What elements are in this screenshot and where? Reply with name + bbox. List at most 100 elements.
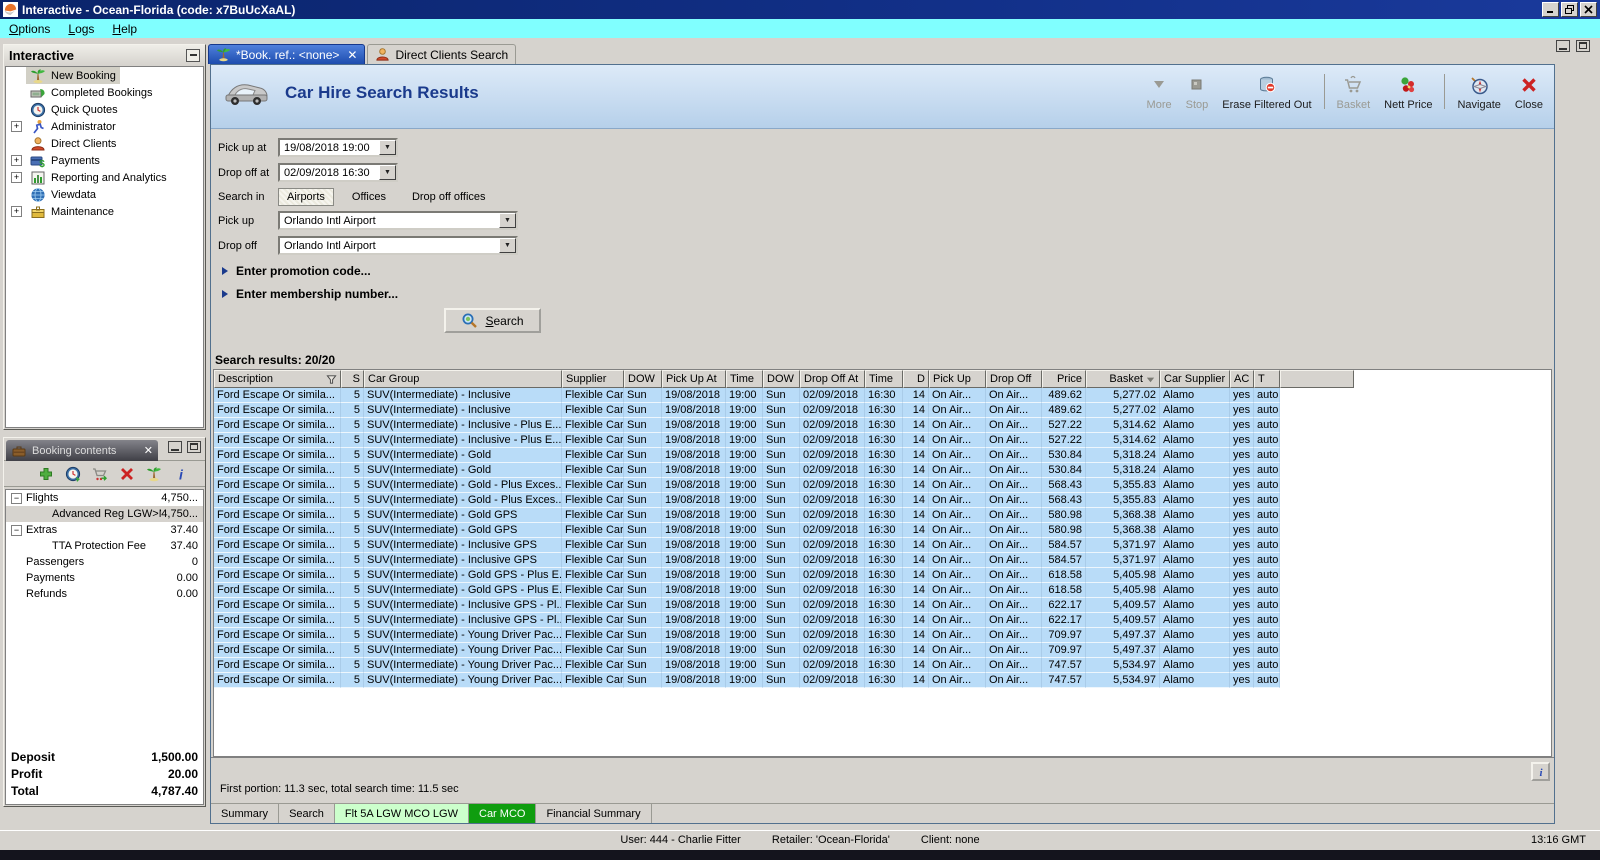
result-row[interactable]: Ford Escape Or simila... 5 SUV(Intermediat…	[214, 568, 1280, 583]
dropoff-combo[interactable]: Orlando Intl Airport ▼	[278, 236, 518, 255]
bottom-tab-financial-summary[interactable]: Financial Summary	[536, 804, 652, 823]
column-header-drop-off-12[interactable]: Drop Off	[986, 370, 1042, 388]
menu-logs[interactable]: Logs	[59, 20, 103, 38]
chevron-down-icon[interactable]: ▼	[499, 213, 516, 228]
column-header-s-1[interactable]: S	[341, 370, 364, 388]
result-row[interactable]: Ford Escape Or simila... 5 SUV(Intermediat…	[214, 508, 1280, 523]
pickup-at-combo[interactable]: 19/08/2018 19:00 ▼	[278, 138, 398, 157]
navigate-button[interactable]: Navigate	[1450, 72, 1507, 111]
minimize-button[interactable]	[1542, 2, 1559, 17]
expand-toggle[interactable]: +	[11, 206, 22, 217]
sidebar-item-content[interactable]: Administrator	[26, 118, 120, 135]
expand-toggle[interactable]: +	[11, 155, 22, 166]
column-header-ac-16[interactable]: AC	[1230, 370, 1254, 388]
column-header-price-13[interactable]: Price	[1042, 370, 1086, 388]
column-header-time-6[interactable]: Time	[726, 370, 763, 388]
search-button[interactable]: Search	[444, 308, 541, 333]
result-row[interactable]: Ford Escape Or simila... 5 SUV(Intermediat…	[214, 643, 1280, 658]
result-row[interactable]: Ford Escape Or simila... 5 SUV(Intermediat…	[214, 478, 1280, 493]
add-plus-button[interactable]	[38, 466, 54, 482]
chevron-down-icon[interactable]: ▼	[499, 238, 516, 253]
result-row[interactable]: Ford Escape Or simila... 5 SUV(Intermediat…	[214, 598, 1280, 613]
sidebar-item-new-booking[interactable]: New Booking	[6, 67, 203, 84]
search-in-option-offices[interactable]: Offices	[344, 189, 394, 205]
result-row[interactable]: Ford Escape Or simila... 5 SUV(Intermediat…	[214, 673, 1280, 688]
membership-number-expander[interactable]: Enter membership number...	[222, 287, 1554, 301]
sidebar-item-content[interactable]: Quick Quotes	[26, 101, 122, 118]
result-row[interactable]: Ford Escape Or simila... 5 SUV(Intermediat…	[214, 448, 1280, 463]
expand-toggle[interactable]: +	[11, 121, 22, 132]
close-panel-icon[interactable]: ✕	[144, 444, 153, 457]
sidebar-item-content[interactable]: New Booking	[26, 67, 120, 84]
result-row[interactable]: Ford Escape Or simila... 5 SUV(Intermediat…	[214, 388, 1280, 403]
column-header-pick-up-11[interactable]: Pick Up	[929, 370, 986, 388]
basket-move-button[interactable]	[92, 466, 108, 482]
close-button[interactable]: Close	[1508, 72, 1550, 111]
column-header-time-9[interactable]: Time	[865, 370, 903, 388]
menu-options[interactable]: Options	[0, 20, 59, 38]
column-header-description-0[interactable]: Description	[214, 370, 341, 388]
column-header-supplier-3[interactable]: Supplier	[562, 370, 624, 388]
result-row[interactable]: Ford Escape Or simila... 5 SUV(Intermediat…	[214, 523, 1280, 538]
nett-price-button[interactable]: Nett Price	[1377, 72, 1439, 111]
mdi-minimize-button[interactable]	[1556, 40, 1570, 52]
sidebar-item-maintenance[interactable]: + Maintenance	[6, 203, 203, 220]
column-header-drop-off-at-8[interactable]: Drop Off At	[800, 370, 865, 388]
bottom-tab-search[interactable]: Search	[279, 804, 335, 823]
sidebar-item-content[interactable]: Direct Clients	[26, 135, 120, 152]
promotion-code-expander[interactable]: Enter promotion code...	[222, 264, 1554, 278]
booking-row-passengers[interactable]: Passengers 0	[6, 554, 203, 570]
mdi-maximize-button[interactable]	[1576, 40, 1590, 52]
document-tab-direct-clients-search[interactable]: Direct Clients Search	[367, 44, 517, 64]
result-row[interactable]: Ford Escape Or simila... 5 SUV(Intermediat…	[214, 628, 1280, 643]
sidebar-item-quick-quotes[interactable]: Quick Quotes	[6, 101, 203, 118]
sidebar-item-reporting-and-analytics[interactable]: + Reporting and Analytics	[6, 169, 203, 186]
result-row[interactable]: Ford Escape Or simila... 5 SUV(Intermediat…	[214, 583, 1280, 598]
result-row[interactable]: Ford Escape Or simila... 5 SUV(Intermediat…	[214, 613, 1280, 628]
booking-row-flights[interactable]: − Flights 4,750...	[6, 490, 203, 506]
sidebar-item-content[interactable]: Reporting and Analytics	[26, 169, 171, 186]
booking-row-tta-protection-fee[interactable]: TTA Protection Fee 37.40	[6, 538, 203, 554]
sidebar-item-administrator[interactable]: + Administrator	[6, 118, 203, 135]
search-in-option-drop-off-offices[interactable]: Drop off offices	[404, 189, 494, 205]
column-header-dow-4[interactable]: DOW	[624, 370, 662, 388]
document-tab-book-ref-none[interactable]: *Book. ref.: <none> ✕	[208, 44, 366, 64]
collapse-toggle[interactable]: −	[11, 492, 22, 504]
close-window-button[interactable]	[1580, 2, 1597, 17]
availability-clock-button[interactable]	[65, 466, 81, 482]
chevron-down-icon[interactable]: ▼	[379, 165, 396, 180]
chevron-down-icon[interactable]: ▼	[379, 140, 396, 155]
result-row[interactable]: Ford Escape Or simila... 5 SUV(Intermediat…	[214, 493, 1280, 508]
dropoff-at-combo[interactable]: 02/09/2018 16:30 ▼	[278, 163, 398, 182]
booking-row-payments[interactable]: Payments 0.00	[6, 570, 203, 586]
booking-row-advanced-reg-lgw-m[interactable]: Advanced Reg LGW>M 4,750...	[6, 506, 203, 522]
sidebar-item-content[interactable]: Completed Bookings	[26, 84, 157, 101]
erase-filtered-out-button[interactable]: Erase Filtered Out	[1215, 72, 1318, 111]
column-header-pick-up-at-5[interactable]: Pick Up At	[662, 370, 726, 388]
column-header-car-supplier-15[interactable]: Car Supplier	[1160, 370, 1230, 388]
expand-toggle[interactable]: +	[11, 172, 22, 183]
sidebar-item-content[interactable]: Viewdata	[26, 186, 100, 203]
result-row[interactable]: Ford Escape Or simila... 5 SUV(Intermediat…	[214, 553, 1280, 568]
panel-minimize-button[interactable]	[168, 441, 182, 453]
column-header-dow-7[interactable]: DOW	[763, 370, 800, 388]
bottom-tab-summary[interactable]: Summary	[211, 804, 280, 823]
result-row[interactable]: Ford Escape Or simila... 5 SUV(Intermediat…	[214, 433, 1280, 448]
sidebar-item-content[interactable]: Maintenance	[26, 203, 118, 220]
palm-tree-button[interactable]	[146, 466, 162, 482]
close-tab-button[interactable]: ✕	[347, 48, 357, 62]
booking-row-extras[interactable]: − Extras 37.40	[6, 522, 203, 538]
column-header-d-10[interactable]: D	[903, 370, 929, 388]
sidebar-item-viewdata[interactable]: Viewdata	[6, 186, 203, 203]
info-button[interactable]: i	[1531, 762, 1550, 781]
column-header-car-group-2[interactable]: Car Group	[364, 370, 562, 388]
booking-contents-tab[interactable]: Booking contents ✕	[6, 440, 158, 461]
result-row[interactable]: Ford Escape Or simila... 5 SUV(Intermediat…	[214, 658, 1280, 673]
result-row[interactable]: Ford Escape Or simila... 5 SUV(Intermediat…	[214, 538, 1280, 553]
pickup-combo[interactable]: Orlando Intl Airport ▼	[278, 211, 518, 230]
search-in-option-airports[interactable]: Airports	[278, 188, 334, 206]
menu-help[interactable]: Help	[103, 20, 146, 38]
delete-x-button[interactable]	[119, 466, 135, 482]
bottom-tab-car-mco[interactable]: Car MCO	[469, 804, 537, 823]
result-row[interactable]: Ford Escape Or simila... 5 SUV(Intermediat…	[214, 463, 1280, 478]
